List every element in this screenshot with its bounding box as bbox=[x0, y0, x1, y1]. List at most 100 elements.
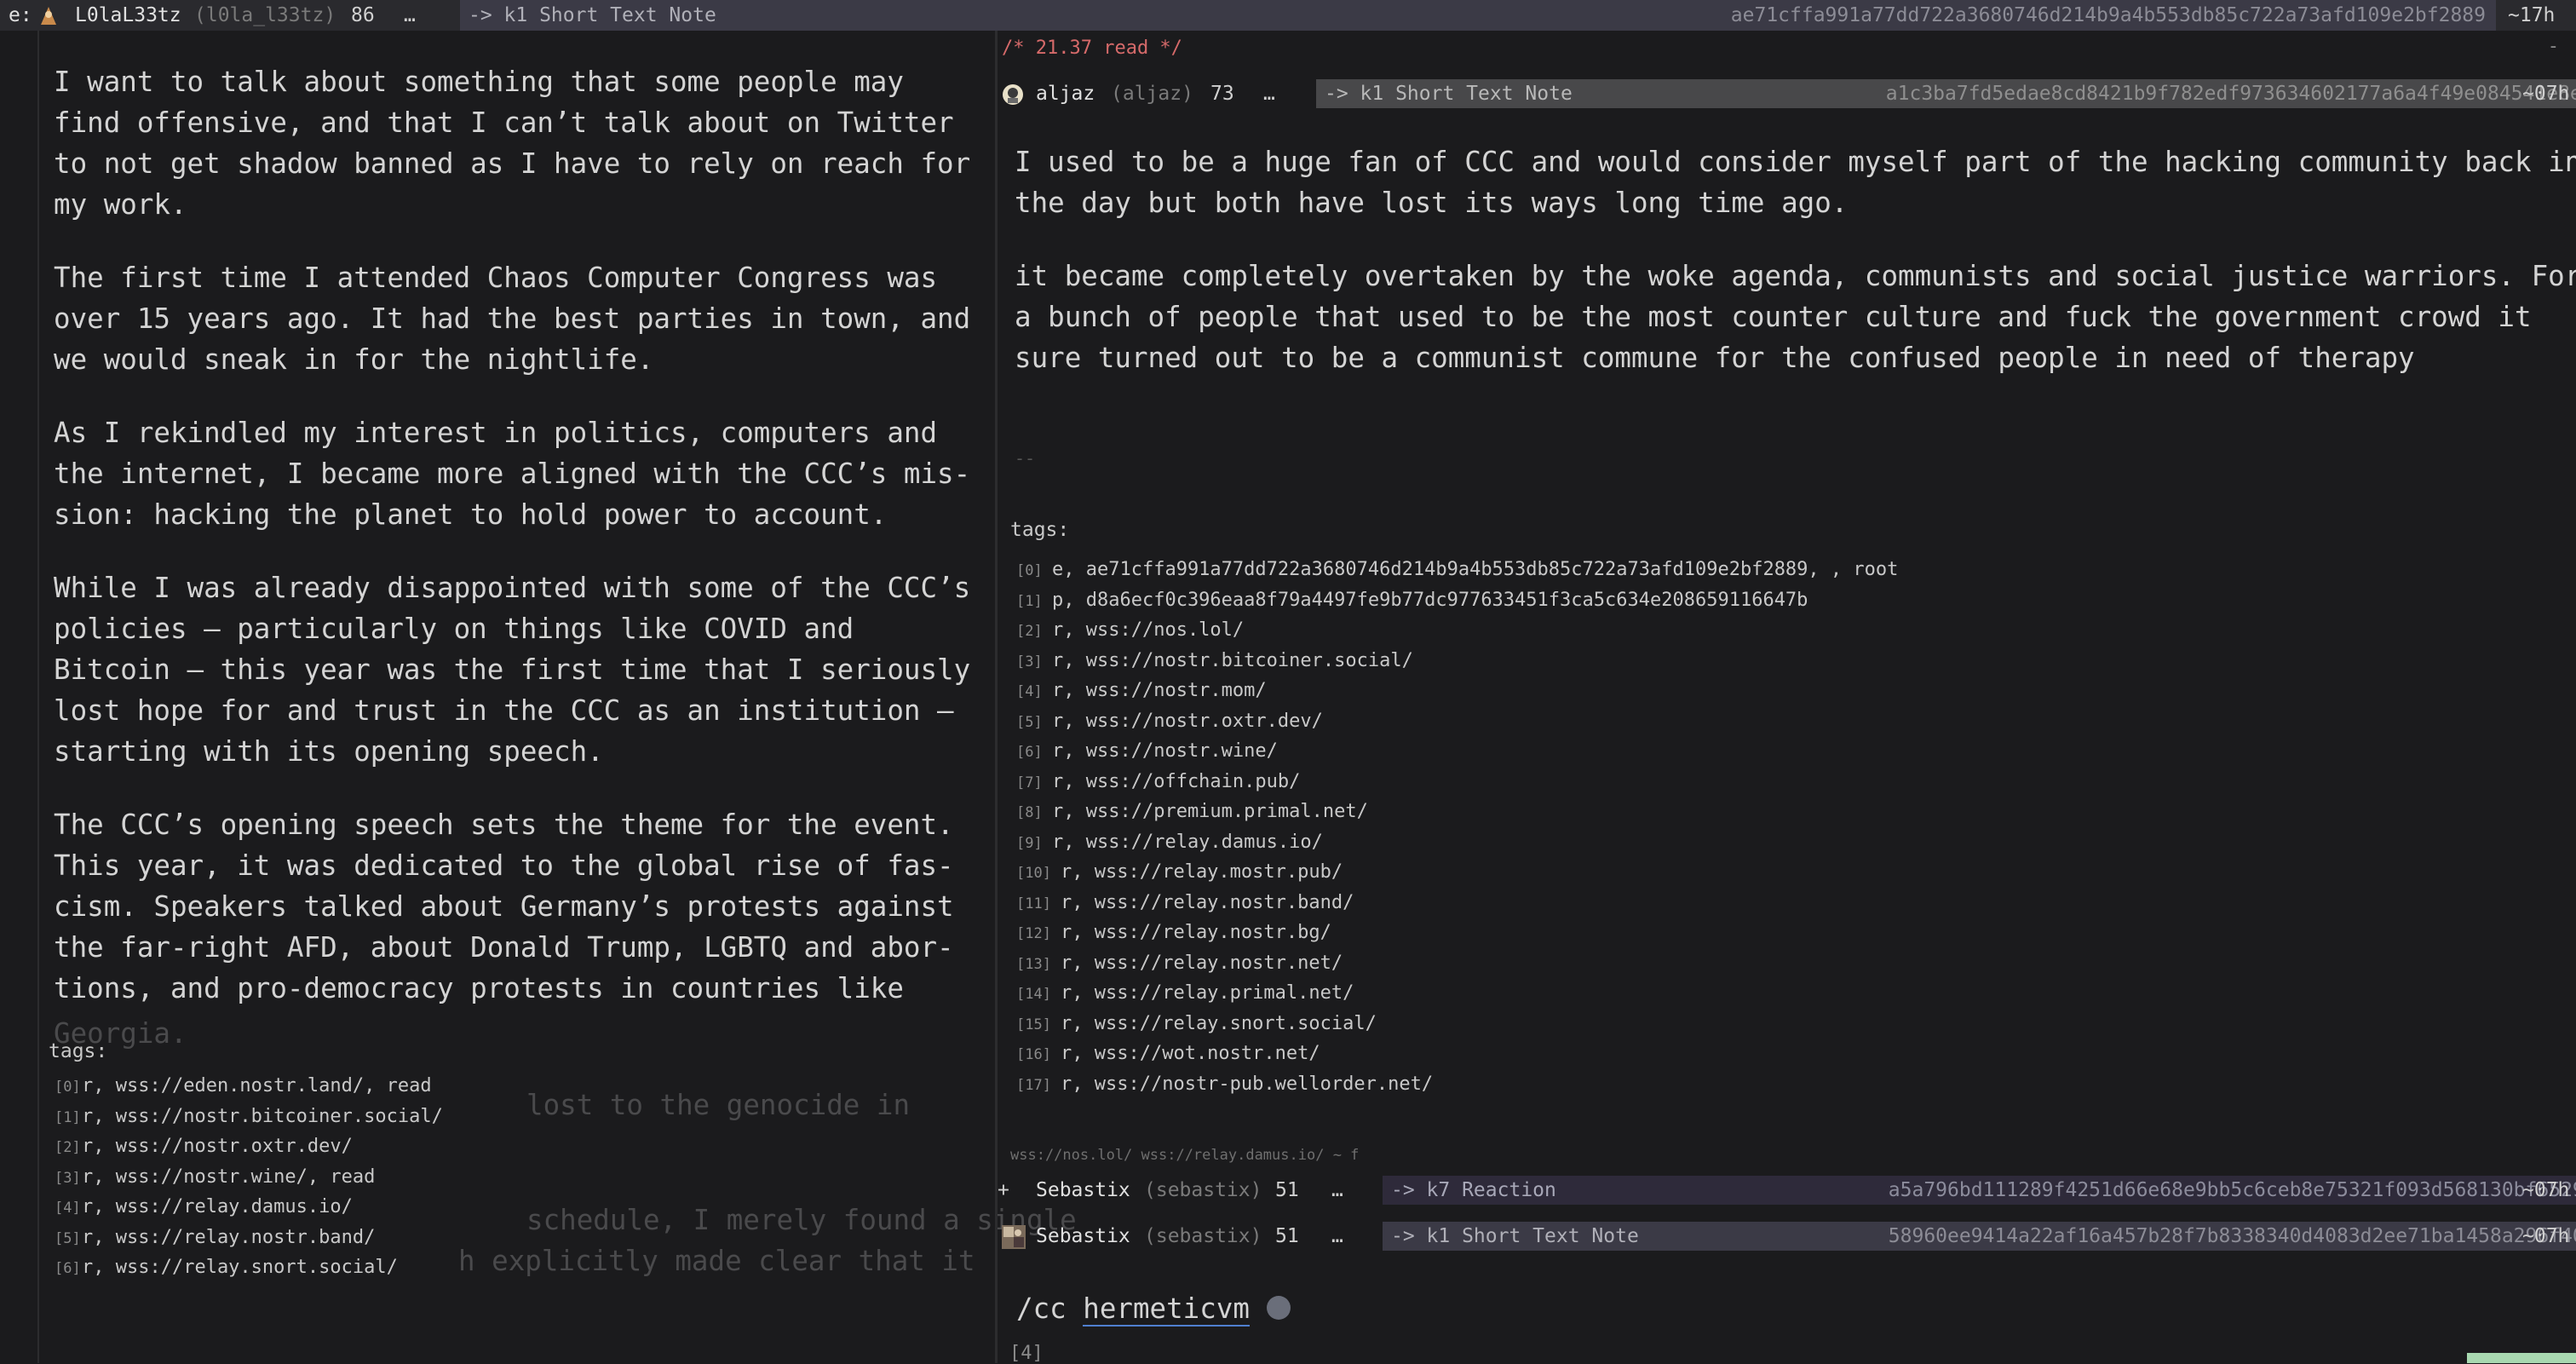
paragraph: While I was already disappointed with so… bbox=[54, 567, 970, 772]
tag-row[interactable]: [11] r, wss://relay.nostr.band/ bbox=[1016, 889, 1898, 919]
tag-index: [15] bbox=[1016, 1016, 1051, 1033]
text-line: This year, it was dedicated to the globa… bbox=[54, 849, 954, 882]
event-age: ~17h bbox=[2508, 4, 2556, 26]
text-line: lost hope for and trust in the CCC as an… bbox=[54, 694, 954, 727]
more-button[interactable]: … bbox=[1331, 1221, 1343, 1252]
tag-index: [5] bbox=[55, 1229, 81, 1247]
tag-index: [1] bbox=[1016, 592, 1043, 610]
tag-value: r, wss://relay.snort.social/ bbox=[82, 1257, 398, 1278]
tag-row[interactable]: [5]r, wss://relay.nostr.band/ bbox=[55, 1223, 443, 1254]
tag-index: [7] bbox=[1016, 774, 1043, 791]
tag-row[interactable]: [4]r, wss://relay.damus.io/ bbox=[55, 1193, 443, 1223]
tag-index: [4] bbox=[55, 1200, 81, 1217]
event-age: ~07h bbox=[2522, 1225, 2570, 1247]
reply-header[interactable]: aljaz (aljaz) 73 … -> k1 Short Text Note… bbox=[998, 78, 2576, 109]
tag-value: p, d8a6ecf0c396eaa8f79a4497fe9b77dc97763… bbox=[1052, 589, 1808, 611]
tag-row[interactable]: [4] r, wss://nostr.mom/ bbox=[1016, 676, 1898, 707]
tag-index: [0] bbox=[55, 1079, 81, 1096]
tag-row[interactable]: [10] r, wss://relay.mostr.pub/ bbox=[1016, 858, 1898, 889]
reply-header[interactable]: Sebastix (sebastix) 51 … -> k1 Short Tex… bbox=[998, 1221, 2576, 1252]
author-handle: (aljaz) bbox=[1111, 83, 1193, 105]
tag-row[interactable]: [3] r, wss://nostr.bitcoiner.social/ bbox=[1016, 647, 1898, 677]
tag-value: r, wss://relay.damus.io/ bbox=[82, 1196, 353, 1217]
tag-index: [3] bbox=[55, 1169, 81, 1187]
tag-index: [6] bbox=[1016, 744, 1043, 761]
tag-value: r, wss://relay.nostr.band/ bbox=[82, 1226, 376, 1248]
text-line: sion: hacking the planet to hold power t… bbox=[54, 498, 888, 531]
thread-pane[interactable]: /* 21.37 read */ - aljaz (aljaz) 73 … ->… bbox=[998, 31, 2576, 1364]
tag-value: r, wss://nostr-pub.wellorder.net/ bbox=[1061, 1073, 1434, 1095]
more-button[interactable]: … bbox=[1331, 1175, 1343, 1206]
tag-value: r, wss://nostr.wine/, read bbox=[82, 1165, 376, 1188]
text-line: policies – particularly on things like C… bbox=[54, 613, 854, 645]
more-button[interactable]: … bbox=[404, 0, 416, 31]
author-score: 86 bbox=[351, 4, 375, 26]
note-kind-bar[interactable]: -> k1 Short Text Note 58960ee9414a22af16… bbox=[1383, 1222, 2576, 1251]
tag-value: r, wss://relay.nostr.net/ bbox=[1061, 952, 1343, 974]
note-kind: -> k1 Short Text Note bbox=[1325, 83, 1573, 105]
tag-value: r, wss://relay.nostr.bg/ bbox=[1061, 922, 1331, 943]
tag-value: r, wss://relay.mostr.pub/ bbox=[1061, 861, 1343, 883]
tag-value: r, wss://relay.primal.net/ bbox=[1061, 982, 1354, 1004]
text-line: As I rekindled my interest in politics, … bbox=[54, 417, 938, 449]
event-id[interactable]: a5a796bd111289f4251d66e68e9bb5c6ceb8e753… bbox=[1889, 1175, 2576, 1206]
note-content-pane[interactable]: I want to talk about something that some… bbox=[0, 31, 1077, 1363]
tag-index: [17] bbox=[1016, 1076, 1051, 1094]
text-line: starting with its opening speech. bbox=[54, 735, 604, 768]
tag-row[interactable]: [9] r, wss://relay.damus.io/ bbox=[1016, 828, 1898, 859]
tag-row[interactable]: [14] r, wss://relay.primal.net/ bbox=[1016, 979, 1898, 1010]
paragraph: I want to talk about something that some… bbox=[54, 61, 970, 225]
tag-row[interactable]: [15] r, wss://relay.snort.social/ bbox=[1016, 1010, 1898, 1040]
content-text: /cc bbox=[1016, 1292, 1067, 1325]
tag-index: [4] bbox=[1016, 683, 1043, 700]
tag-row[interactable]: [16] r, wss://wot.nostr.net/ bbox=[1016, 1039, 1898, 1070]
event-id[interactable]: ae71cffa991a77dd722a3680746d214b9a4b553d… bbox=[1731, 0, 2486, 31]
tag-row[interactable]: [13] r, wss://relay.nostr.net/ bbox=[1016, 949, 1898, 980]
event-prefix: e: bbox=[9, 4, 32, 26]
avatar[interactable] bbox=[1002, 83, 1024, 106]
tag-value: r, wss://premium.primal.net/ bbox=[1052, 801, 1368, 822]
tag-row[interactable]: [17] r, wss://nostr-pub.wellorder.net/ bbox=[1016, 1070, 1898, 1101]
tag-row[interactable]: [6] r, wss://nostr.wine/ bbox=[1016, 737, 1898, 768]
paragraph: As I rekindled my interest in politics, … bbox=[54, 412, 970, 535]
tag-row[interactable]: [8] r, wss://premium.primal.net/ bbox=[1016, 797, 1898, 828]
text-line: Bitcoin – this year was the first time t… bbox=[54, 653, 971, 686]
avatar[interactable] bbox=[37, 4, 60, 26]
tag-row[interactable]: [0]r, wss://eden.nostr.land/, read bbox=[55, 1072, 443, 1102]
tags-label: tags: bbox=[1010, 519, 1070, 541]
tag-row[interactable]: [6]r, wss://relay.snort.social/ bbox=[55, 1253, 443, 1284]
faded-text-line: schedule, I merely found a single bbox=[526, 1204, 1077, 1236]
tag-row[interactable]: [1] p, d8a6ecf0c396eaa8f79a4497fe9b77dc97… bbox=[1016, 586, 1898, 617]
event-id[interactable]: 58960ee9414a22af16a457b28f7b8338340d4083… bbox=[1889, 1221, 2576, 1252]
event-id[interactable]: a1c3ba7fd5edae8cd8421b9f782edf9736346021… bbox=[1886, 78, 2576, 109]
note-kind-bar[interactable]: -> k7 Reaction a5a796bd111289f4251d66e68… bbox=[1383, 1176, 2576, 1205]
tag-index: [11] bbox=[1016, 895, 1051, 912]
tag-value: r, wss://relay.damus.io/ bbox=[1052, 831, 1323, 853]
note-kind-bar[interactable]: -> k1 Short Text Note ae71cffa991a77dd72… bbox=[460, 0, 2496, 31]
tag-row[interactable]: [0] e, ae71cffa991a77dd722a3680746d214b9a… bbox=[1016, 555, 1898, 586]
author-name[interactable]: aljaz bbox=[1036, 78, 1095, 109]
tag-row[interactable]: [2] r, wss://nos.lol/ bbox=[1016, 616, 1898, 647]
tag-row[interactable]: [12] r, wss://relay.nostr.bg/ bbox=[1016, 918, 1898, 949]
tag-row[interactable]: [5] r, wss://nostr.oxtr.dev/ bbox=[1016, 707, 1898, 738]
content-separator: -- bbox=[1015, 448, 1036, 469]
faded-text-line: h explicitly made clear that it bbox=[458, 1245, 975, 1277]
tag-row[interactable]: [3]r, wss://nostr.wine/, read bbox=[55, 1163, 443, 1194]
author-name[interactable]: Sebastix bbox=[1036, 1221, 1130, 1252]
avatar[interactable] bbox=[1002, 1225, 1026, 1249]
author-name[interactable]: Sebastix bbox=[1036, 1175, 1130, 1206]
tag-row[interactable]: [2]r, wss://nostr.oxtr.dev/ bbox=[55, 1132, 443, 1163]
author-name[interactable]: L0laL33tz bbox=[75, 0, 181, 31]
thread-line bbox=[37, 31, 39, 1363]
expand-button[interactable]: + bbox=[998, 1175, 1009, 1206]
tag-row[interactable]: [7] r, wss://offchain.pub/ bbox=[1016, 768, 1898, 798]
reaction-header[interactable]: + Sebastix (sebastix) 51 … -> k7 Reactio… bbox=[998, 1175, 2576, 1206]
event-header-bar[interactable]: e: L0laL33tz (l0la_l33tz) 86 … -> k1 Sho… bbox=[0, 0, 2576, 31]
tag-value: r, wss://nostr.bitcoiner.social/ bbox=[82, 1105, 443, 1127]
author-handle: (sebastix) bbox=[1144, 1225, 1262, 1247]
mention-link[interactable]: hermeticvm bbox=[1083, 1292, 1250, 1327]
tag-row[interactable]: [1]r, wss://nostr.bitcoiner.social/ bbox=[55, 1102, 443, 1133]
note-kind-bar[interactable]: -> k1 Short Text Note a1c3ba7fd5edae8cd8… bbox=[1316, 79, 2576, 108]
relay-footer[interactable]: wss://nos.lol/ wss://relay.damus.io/ ~ f bbox=[1010, 1147, 1359, 1164]
more-button[interactable]: … bbox=[1263, 78, 1275, 109]
